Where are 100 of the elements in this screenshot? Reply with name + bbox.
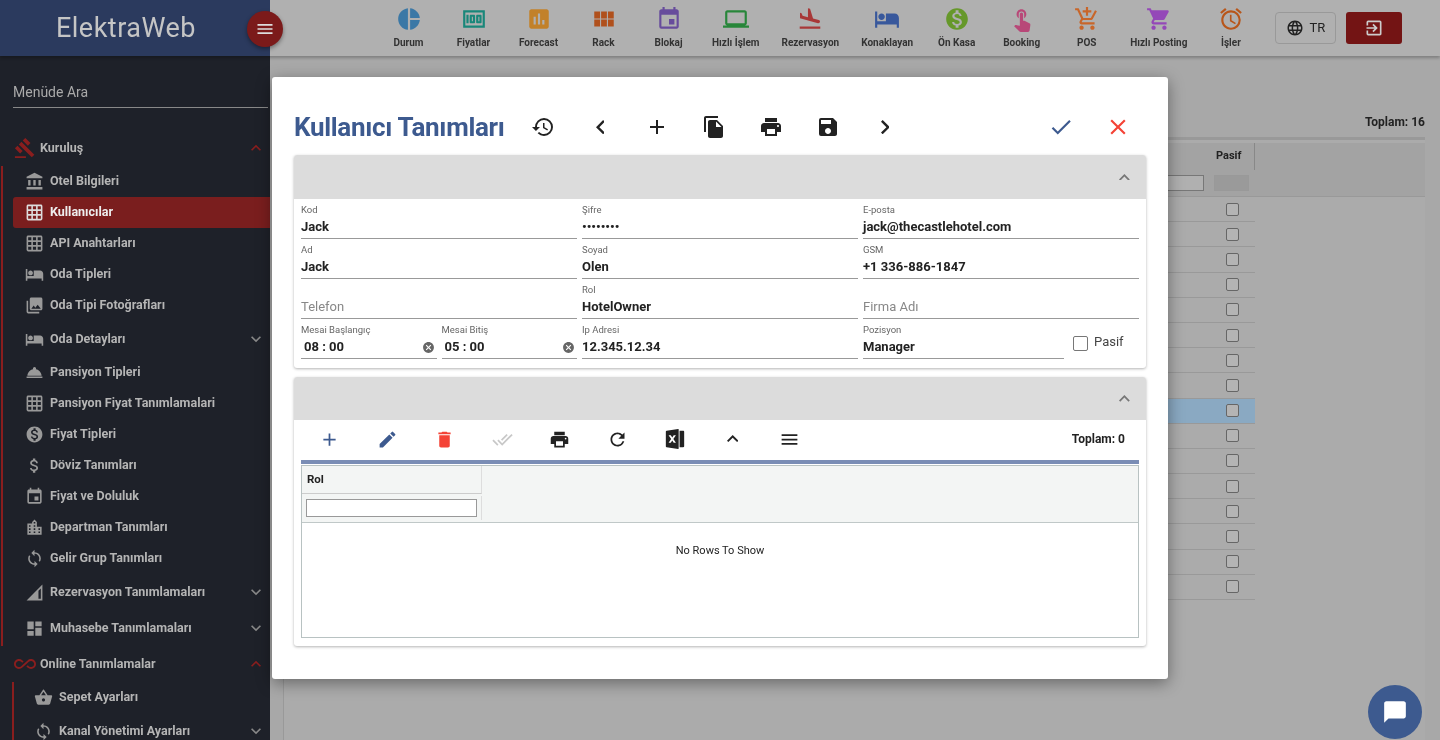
- checkbox[interactable]: [1226, 303, 1239, 317]
- nav-button[interactable]: Forecast: [510, 0, 567, 56]
- sidebar-item[interactable]: Oda Detayları: [13, 321, 270, 357]
- empty-message: No Rows To Show: [675, 543, 765, 559]
- nav-button[interactable]: Rack: [575, 0, 632, 56]
- nav-button[interactable]: İşler: [1202, 0, 1260, 56]
- total-count: Toplam: 0: [1071, 431, 1125, 448]
- checkbox[interactable]: [1226, 227, 1239, 241]
- sidebar-item[interactable]: Döviz Tanımları: [13, 450, 270, 481]
- field-label: Rol: [582, 284, 597, 296]
- field-value: jack@thecastlehotel.com: [863, 218, 1012, 237]
- field-label: Pozisyon: [863, 324, 903, 336]
- sidebar-item[interactable]: Kanal Yönetimi Ayarları: [22, 713, 270, 740]
- sidebar-item[interactable]: Fiyat ve Doluluk: [13, 481, 270, 512]
- checkbox[interactable]: [1226, 378, 1239, 392]
- field-value: HotelOwner: [582, 298, 651, 317]
- checkbox-label: Pasif: [1094, 332, 1124, 351]
- nav-button[interactable]: Hızlı İşlem: [705, 0, 767, 56]
- sidebar-item[interactable]: Gelir Grup Tanımları: [13, 543, 270, 574]
- clear-icon[interactable]: [421, 340, 435, 354]
- nav-button[interactable]: Booking: [993, 0, 1051, 56]
- chat-bubble-icon: [1382, 699, 1408, 725]
- field-label: Mesai Başlangıç: [301, 324, 372, 336]
- checkbox[interactable]: [1073, 336, 1088, 351]
- checkbox[interactable]: [1226, 504, 1239, 518]
- gavel-icon: [14, 137, 36, 159]
- checkbox[interactable]: [1226, 278, 1239, 292]
- sidebar-item[interactable]: Oda Tipi Fotoğrafları: [13, 290, 270, 321]
- sidebar-group[interactable]: Kuruluş: [0, 130, 270, 166]
- logo[interactable]: ElektraWeb: [55, 7, 197, 49]
- language-button[interactable]: TR: [1275, 12, 1337, 44]
- sidebar-item[interactable]: Rezervasyon Tanımlamaları: [13, 574, 270, 610]
- sidebar-item[interactable]: Pansiyon Fiyat Tanımlamalari: [13, 388, 270, 419]
- collapse-icon: [726, 435, 738, 443]
- checkbox[interactable]: [1226, 252, 1239, 266]
- nav-button[interactable]: Fiyatlar: [445, 0, 502, 56]
- input-field[interactable]: Şifre ••••••••: [582, 199, 858, 239]
- sidebar-item[interactable]: Sepet Ayarları: [22, 682, 270, 713]
- nav-button[interactable]: Hızlı Posting: [1123, 0, 1195, 56]
- nav-button[interactable]: Rezervasyon: [774, 0, 847, 56]
- checkbox[interactable]: [1226, 454, 1239, 468]
- nav-button[interactable]: Ön Kasa: [928, 0, 986, 56]
- total-count: Toplam: 16: [1364, 114, 1425, 131]
- input-field[interactable]: Soyad Olen: [582, 239, 858, 279]
- globe-icon: [1286, 19, 1305, 37]
- checkbox[interactable]: [1226, 555, 1239, 569]
- spreadsheet-icon: [663, 428, 686, 450]
- field-value: 05 : 00: [443, 338, 485, 357]
- input-field[interactable]: Mesai Bitiş 05 : 00: [441, 319, 577, 359]
- field-value: 12.345.12.34: [582, 338, 661, 357]
- checkbox[interactable]: [1226, 404, 1239, 418]
- column-header[interactable]: Rol: [302, 466, 482, 494]
- input-field[interactable]: Rol HotelOwner: [582, 279, 858, 319]
- menu-button[interactable]: [247, 11, 283, 47]
- input-field[interactable]: Telefon: [301, 279, 577, 319]
- sync-icon: [34, 721, 53, 740]
- field-label: Soyad: [582, 244, 609, 256]
- filter-field[interactable]: [306, 499, 477, 517]
- field-value: 08 : 00: [303, 338, 344, 357]
- search-field[interactable]: Menüde Ara: [13, 82, 268, 108]
- basket-icon: [34, 688, 53, 707]
- checkbox[interactable]: [1226, 530, 1239, 544]
- input-field[interactable]: Mesai Başlangıç 08 : 00: [301, 319, 437, 359]
- exit-icon: [1364, 18, 1385, 38]
- previous-icon: [595, 119, 605, 135]
- input-field[interactable]: Ad Jack: [301, 239, 577, 279]
- input-field[interactable]: GSM +1 336-886-1847: [863, 239, 1139, 279]
- input-field[interactable]: Firma Adı: [863, 279, 1139, 319]
- sidebar-item[interactable]: Muhasebe Tanımlamaları: [13, 610, 270, 646]
- clear-icon[interactable]: [562, 340, 575, 354]
- input-field[interactable]: Pozisyon Manager: [863, 319, 1064, 359]
- field-label: GSM: [863, 244, 885, 256]
- checkbox[interactable]: [1226, 580, 1239, 594]
- sidebar-group[interactable]: Online Tanımlamalar: [0, 646, 270, 682]
- history-icon: [531, 115, 556, 139]
- nav-button[interactable]: Blokaj: [640, 0, 697, 56]
- alarm-clock-icon: [1217, 6, 1244, 32]
- sidebar-item[interactable]: API Anahtarları: [13, 228, 270, 259]
- sidebar-item[interactable]: Oda Tipleri: [13, 259, 270, 290]
- nav-button[interactable]: POS: [1058, 0, 1116, 56]
- checkbox[interactable]: [1226, 202, 1239, 216]
- input-field[interactable]: Kod Jack: [301, 199, 577, 239]
- nav-button[interactable]: Durum: [380, 0, 437, 56]
- sidebar-item[interactable]: Kullanıcılar: [13, 197, 270, 228]
- sidebar-item[interactable]: Departman Tanımları: [13, 512, 270, 543]
- cart-add-icon: [1073, 6, 1100, 32]
- field-value: Jack: [301, 258, 329, 277]
- sidebar-item[interactable]: Fiyat Tipleri: [13, 419, 270, 450]
- input-field[interactable]: E-posta jack@thecastlehotel.com: [863, 199, 1139, 239]
- input-field[interactable]: Ip Adresi 12.345.12.34: [582, 319, 858, 359]
- sidebar-item[interactable]: Pansiyon Tipleri: [13, 357, 270, 388]
- nav-button[interactable]: Konaklayan: [854, 0, 921, 56]
- dashboard-icon: [25, 618, 44, 638]
- sidebar-item[interactable]: Otel Bilgileri: [13, 166, 270, 197]
- checkbox[interactable]: [1226, 429, 1239, 443]
- checkbox[interactable]: [1226, 328, 1239, 342]
- checkbox[interactable]: [1226, 479, 1239, 493]
- logout-button[interactable]: [1346, 12, 1403, 44]
- field-value: +1 336-886-1847: [863, 258, 966, 277]
- checkbox[interactable]: [1226, 353, 1239, 367]
